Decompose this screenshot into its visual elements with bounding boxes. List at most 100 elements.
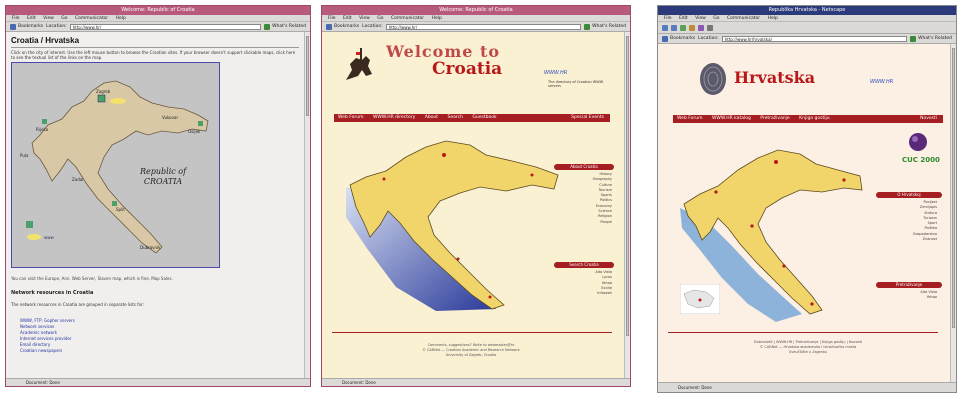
city-marker[interactable] [750, 224, 754, 228]
whats-related-button[interactable]: What's Related [584, 23, 626, 30]
bookmarks-button[interactable]: Bookmarks [326, 23, 359, 30]
location-toolbar: Bookmarks Location: http://www.hr/hrvats… [658, 34, 956, 44]
knight-rider-icon [346, 48, 372, 80]
whats-related-button[interactable]: What's Related [264, 23, 306, 30]
legend-text: www [44, 235, 55, 240]
menu-communicator[interactable]: Communicator [391, 16, 424, 21]
status-bar: Document: Done [6, 378, 310, 386]
list-item[interactable]: Infoseek [562, 291, 612, 296]
city-marker[interactable] [714, 190, 718, 194]
city-marker[interactable] [842, 178, 846, 182]
scroll-thumb[interactable] [306, 36, 309, 116]
list-item[interactable]: Znanost [883, 237, 937, 242]
city-marker[interactable] [442, 153, 446, 157]
bookmarks-button[interactable]: Bookmarks [10, 23, 43, 30]
croatia-clickable-map[interactable]: www Zagreb Rijeka Osijek Split Zadar Dub… [11, 62, 220, 268]
nav-search[interactable]: Search [447, 115, 462, 120]
related-icon [584, 23, 591, 30]
city-label: Pula [20, 153, 29, 158]
url-field[interactable]: http://www.hr/ [69, 23, 262, 30]
cuc-logo: CUC 2000 [902, 156, 940, 164]
menu-help[interactable]: Help [432, 16, 442, 21]
city-marker[interactable] [42, 119, 47, 124]
city-marker[interactable] [382, 177, 386, 181]
location-label: Location: [46, 24, 67, 29]
list-item[interactable]: Yahoo [883, 295, 937, 300]
nav-web-forum[interactable]: Web Forum [338, 115, 364, 120]
about-links: History Geography Culture Tourism Sports… [562, 172, 612, 225]
city-marker[interactable] [774, 160, 778, 164]
search-links: Alta Vista Yahoo [883, 290, 937, 301]
nav-news[interactable]: Novosti [920, 115, 937, 123]
forward-icon[interactable] [671, 24, 677, 31]
home-icon[interactable] [689, 24, 695, 31]
city-marker[interactable] [97, 94, 106, 103]
croatia-heading: Croatia [432, 59, 503, 79]
city-marker[interactable] [198, 121, 203, 126]
list-item[interactable]: People [562, 220, 612, 225]
menu-view[interactable]: View [43, 16, 54, 21]
nav-about[interactable]: About [425, 115, 438, 120]
menu-help[interactable]: Help [116, 16, 126, 21]
menu-view[interactable]: View [695, 16, 706, 21]
menu-go[interactable]: Go [61, 16, 67, 21]
search-links: Alta Vista Lycos Yahoo Excite Infoseek [562, 270, 612, 296]
scroll-thumb[interactable] [952, 48, 955, 328]
whats-related-button[interactable]: What's Related [910, 35, 952, 42]
o-hrvatskoj-header[interactable]: O Hrvatskoj [876, 192, 942, 198]
city-marker[interactable] [456, 257, 460, 261]
www-hr-logo: WWW.HR [870, 79, 894, 85]
reload-icon[interactable] [680, 24, 686, 31]
croatia-map[interactable] [336, 127, 566, 317]
menu-help[interactable]: Help [768, 16, 778, 21]
nav-search[interactable]: Pretraživanje [760, 116, 789, 121]
menu-edit[interactable]: Edit [679, 16, 688, 21]
city-label: Zadar [72, 177, 84, 182]
nav-guestbook[interactable]: Knjiga gostiju [799, 116, 829, 121]
menu-go[interactable]: Go [713, 16, 719, 21]
city-marker[interactable] [112, 201, 117, 206]
nav-guestbook[interactable]: Guestbook [472, 115, 496, 120]
www-hr-logo: WWW.HR [544, 70, 568, 76]
menu-go[interactable]: Go [377, 16, 383, 21]
menu-view[interactable]: View [359, 16, 370, 21]
city-marker[interactable] [530, 173, 534, 177]
nav-katalog[interactable]: WWW.HR katalog [712, 116, 751, 121]
city-label: Split [116, 207, 125, 212]
bookmarks-button[interactable]: Bookmarks [662, 35, 695, 42]
vertical-scrollbar[interactable] [950, 44, 956, 382]
nav-directory[interactable]: WWW.HR directory [373, 115, 415, 120]
page-title: Croatia / Hrvatska [11, 36, 80, 45]
back-icon[interactable] [662, 24, 668, 31]
scroll-thumb[interactable] [626, 36, 629, 336]
vertical-scrollbar[interactable] [304, 32, 310, 378]
search-header[interactable]: Pretraživanje [876, 282, 942, 288]
url-field[interactable]: http://www.hr/ [385, 23, 582, 30]
city-marker[interactable] [488, 295, 492, 299]
location-toolbar: Bookmarks Location: http://www.hr/ What'… [6, 22, 310, 32]
menu-file[interactable]: File [664, 16, 672, 21]
city-label: Dubrovnik [140, 245, 161, 250]
city-marker[interactable] [782, 264, 786, 268]
legend-highlight [27, 234, 41, 240]
about-croatia-header[interactable]: About Croatia [554, 164, 614, 170]
menu-file[interactable]: File [328, 16, 336, 21]
list-item[interactable]: Croatian newspapers [20, 348, 75, 354]
search-icon[interactable] [698, 24, 704, 31]
fingerprint-icon [700, 63, 726, 95]
related-icon [910, 35, 917, 42]
city-marker[interactable] [810, 302, 814, 306]
page-content: Welcome to Croatia WWW.HR The directory … [322, 32, 624, 378]
url-field[interactable]: http://www.hr/hrvatska/ [721, 35, 908, 42]
vertical-scrollbar[interactable] [624, 32, 630, 378]
search-croatia-header[interactable]: Search Croatia [554, 262, 614, 268]
menu-communicator[interactable]: Communicator [75, 16, 108, 21]
menu-bar: File Edit View Go Communicator Help [322, 15, 630, 22]
menu-communicator[interactable]: Communicator [727, 16, 760, 21]
nav-web-forum[interactable]: Web Forum [677, 116, 703, 121]
menu-edit[interactable]: Edit [343, 16, 352, 21]
menu-file[interactable]: File [12, 16, 20, 21]
nav-special-events[interactable]: Special Events [571, 114, 604, 122]
print-icon[interactable] [707, 24, 713, 31]
menu-edit[interactable]: Edit [27, 16, 36, 21]
